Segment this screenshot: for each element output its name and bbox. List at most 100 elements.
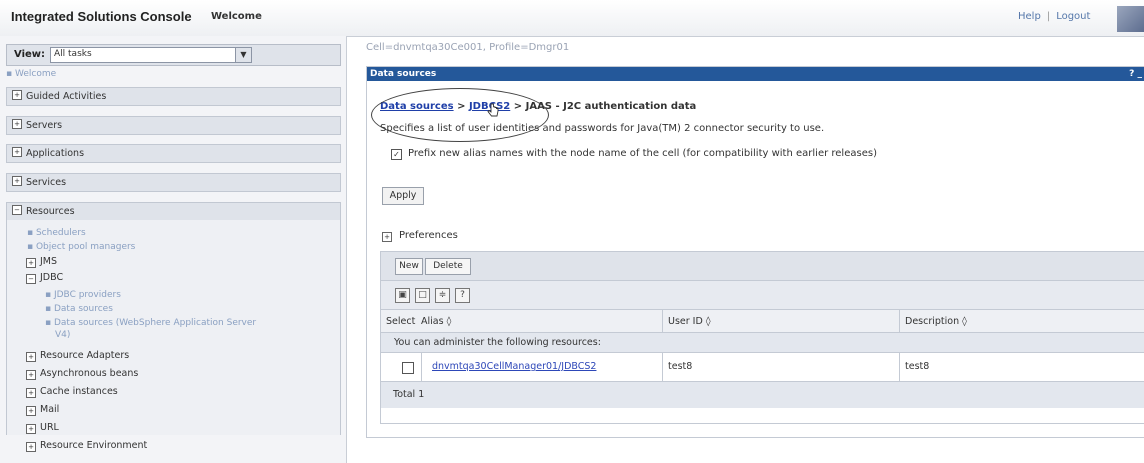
help-link[interactable]: Help: [1018, 11, 1041, 22]
nav-link-data-sources-was-v4[interactable]: ▪ Data sources (WebSphere Application Se…: [45, 318, 256, 328]
app-title: Integrated Solutions Console: [11, 9, 192, 24]
preferences-label: Preferences: [399, 230, 458, 241]
expand-icon[interactable]: +: [26, 424, 36, 434]
nav-item-label: Asynchronous beans: [40, 368, 139, 379]
preferences-toggle[interactable]: + Preferences: [382, 230, 458, 242]
expand-icon[interactable]: +: [12, 147, 22, 157]
alias-link[interactable]: dnvmtqa30CellManager01/JDBCS2: [432, 361, 596, 372]
nav-section-servers[interactable]: + Servers: [6, 116, 341, 135]
expand-icon[interactable]: +: [12, 90, 22, 100]
column-divider: [662, 310, 663, 332]
navigation-tree: View: All tasks ▼ ▪ Welcome + Guided Acti…: [0, 36, 347, 463]
view-select[interactable]: All tasks ▼: [50, 47, 252, 63]
nav-link-object-pool-managers[interactable]: ▪ Object pool managers: [27, 242, 135, 252]
expand-icon[interactable]: +: [26, 258, 36, 268]
sort-icon[interactable]: ◊: [447, 316, 452, 327]
expand-icon[interactable]: +: [26, 442, 36, 452]
nav-item-resource-environment[interactable]: + Resource Environment: [21, 440, 148, 452]
deselect-all-icon[interactable]: □: [415, 288, 430, 303]
expand-icon[interactable]: +: [12, 176, 22, 186]
chevron-down-icon[interactable]: ▼: [235, 47, 252, 63]
panel-title: Data sources: [370, 69, 437, 79]
nav-item-label: Mail: [40, 404, 60, 415]
nav-item-label: Resource Environment: [40, 440, 148, 451]
collapse-icon[interactable]: −: [26, 274, 36, 284]
nav-section-label: Guided Activities: [26, 91, 107, 102]
column-user-id[interactable]: User ID ◊: [668, 316, 711, 327]
data-sources-panel: Data sources ? _ Data sources > JDBCS2 >…: [366, 66, 1144, 438]
nav-item-jms[interactable]: + JMS: [21, 256, 58, 268]
table-row: dnvmtqa30CellManager01/JDBCS2 test8 test…: [381, 353, 1144, 382]
alias-cell: dnvmtqa30CellManager01/JDBCS2: [432, 361, 596, 372]
sort-icon[interactable]: ◊: [706, 316, 711, 327]
expand-icon[interactable]: +: [26, 388, 36, 398]
column-select: Select: [386, 316, 416, 327]
nav-section-applications[interactable]: + Applications: [6, 144, 341, 163]
select-all-icon[interactable]: ▣: [395, 288, 410, 303]
nav-section-label: Applications: [26, 148, 85, 159]
expand-icon[interactable]: +: [382, 232, 392, 242]
hand-cursor-icon: [487, 103, 499, 117]
delete-button[interactable]: Delete: [425, 258, 471, 275]
nav-item-cache-instances[interactable]: + Cache instances: [21, 386, 118, 398]
nav-link-label: Schedulers: [35, 228, 86, 238]
top-links: Help | Logout: [1018, 11, 1090, 22]
user-id-cell: test8: [668, 361, 693, 372]
prefix-alias-option: ✓ Prefix new alias names with the node na…: [391, 148, 877, 160]
nav-section-resources[interactable]: − Resources: [6, 202, 341, 221]
expand-icon[interactable]: +: [26, 370, 36, 380]
nav-link-label: Data sources (WebSphere Application Serv…: [53, 318, 257, 328]
nav-link-label: JDBC providers: [53, 290, 121, 300]
nav-section-services[interactable]: + Services: [6, 173, 341, 192]
column-description-label: Description: [905, 316, 960, 327]
collapse-icon[interactable]: −: [12, 205, 22, 215]
nav-link-data-sources[interactable]: ▪ Data sources: [45, 304, 113, 314]
auth-data-table: New Delete ▣ □ ≑ ? Select Alias ◊ User I…: [380, 251, 1144, 424]
row-select-checkbox[interactable]: [402, 362, 414, 374]
nav-item-mail[interactable]: + Mail: [21, 404, 60, 416]
nav-link-data-sources-was-v4-cont[interactable]: V4): [55, 330, 70, 340]
show-filter-icon[interactable]: ≑: [435, 288, 450, 303]
expand-icon[interactable]: +: [12, 119, 22, 129]
nav-welcome-label: Welcome: [14, 69, 57, 79]
column-alias[interactable]: Alias ◊: [421, 316, 451, 327]
panel-header: Data sources ? _: [367, 67, 1144, 81]
table-total-row: Total 1: [381, 382, 1144, 408]
expand-icon[interactable]: +: [26, 406, 36, 416]
table-info-row: You can administer the following resourc…: [381, 333, 1144, 353]
view-filter: View: All tasks ▼: [6, 44, 341, 66]
column-divider: [899, 310, 900, 332]
nav-item-label: JDBC: [40, 272, 64, 283]
table-total: Total 1: [393, 389, 425, 400]
nav-link-schedulers[interactable]: ▪ Schedulers: [27, 228, 86, 238]
nav-item-jdbc[interactable]: − JDBC: [21, 272, 64, 284]
top-banner: Integrated Solutions Console Welcome Hel…: [0, 0, 1144, 37]
nav-item-url[interactable]: + URL: [21, 422, 59, 434]
column-user-id-label: User ID: [668, 316, 703, 327]
help-icon[interactable]: ? _: [1129, 69, 1142, 79]
prefix-alias-checkbox[interactable]: ✓: [391, 149, 402, 160]
new-button[interactable]: New: [395, 258, 423, 275]
logout-link[interactable]: Logout: [1056, 11, 1090, 22]
welcome-text: Welcome: [211, 11, 262, 22]
description-cell: test8: [905, 361, 930, 372]
column-divider: [899, 353, 900, 381]
table-info-text: You can administer the following resourc…: [394, 337, 601, 348]
nav-link-jdbc-providers[interactable]: ▪ JDBC providers: [45, 290, 121, 300]
link-separator: |: [1046, 11, 1051, 22]
cell-profile-line: Cell=dnvmtqa30Ce001, Profile=Dmgr01: [366, 42, 570, 53]
nav-section-guided-activities[interactable]: + Guided Activities: [6, 87, 341, 106]
clear-filter-icon[interactable]: ?: [455, 288, 470, 303]
nav-link-label: Data sources: [53, 304, 113, 314]
apply-button[interactable]: Apply: [382, 187, 424, 205]
expand-icon[interactable]: +: [26, 352, 36, 362]
nav-item-resource-adapters[interactable]: + Resource Adapters: [21, 350, 129, 362]
nav-item-asynchronous-beans[interactable]: + Asynchronous beans: [21, 368, 139, 380]
sort-icon[interactable]: ◊: [962, 316, 967, 327]
column-divider: [421, 353, 422, 381]
column-description[interactable]: Description ◊: [905, 316, 967, 327]
page-description: Specifies a list of user identities and …: [380, 123, 825, 134]
nav-item-label: JMS: [40, 256, 58, 267]
prefix-alias-label: Prefix new alias names with the node nam…: [408, 148, 877, 159]
nav-welcome-link[interactable]: ▪ Welcome: [6, 69, 56, 79]
